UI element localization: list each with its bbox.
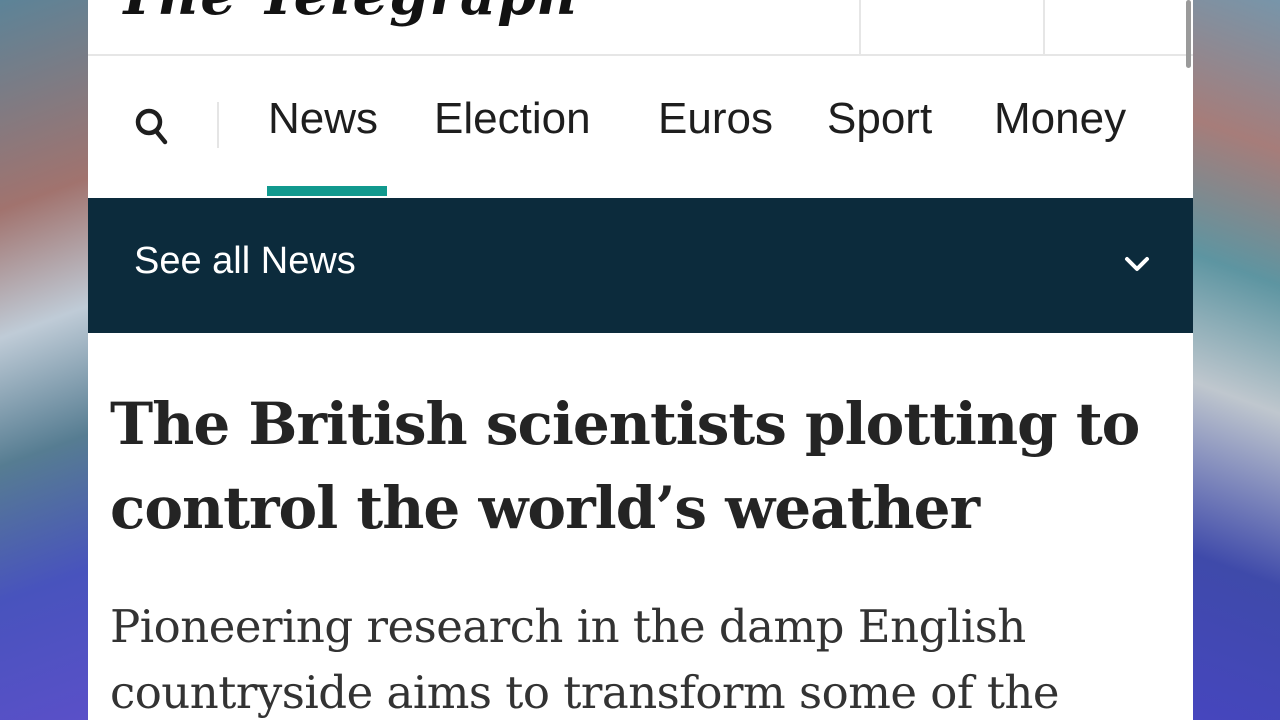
search-button[interactable] — [134, 106, 170, 146]
tab-euros[interactable]: Euros — [658, 94, 773, 144]
article-headline: The British scientists plotting to contr… — [110, 390, 1140, 542]
telegraph-logo[interactable]: The Telegraph — [116, 0, 579, 28]
tab-money[interactable]: Money — [994, 94, 1126, 144]
nav-separator — [217, 102, 219, 148]
see-all-news-label: See all News — [134, 240, 356, 282]
scrollbar[interactable] — [1186, 0, 1191, 68]
background-artwork-right — [1192, 0, 1280, 720]
see-all-news-dropdown[interactable]: See all News — [88, 198, 1193, 333]
search-icon — [135, 108, 168, 145]
article-standfirst: Pioneering research in the damp English … — [110, 600, 1060, 719]
tab-election[interactable]: Election — [434, 94, 591, 144]
tab-news[interactable]: News — [268, 94, 378, 144]
masthead: The Telegraph — [88, 0, 1193, 56]
tab-sport[interactable]: Sport — [827, 94, 932, 144]
masthead-divider — [859, 0, 861, 54]
masthead-divider — [1043, 0, 1045, 54]
article-page: The Telegraph News Election Euros Sport … — [88, 0, 1193, 720]
nav-scroll-fade — [1123, 86, 1193, 166]
active-tab-indicator — [267, 186, 387, 196]
chevron-down-icon — [1122, 252, 1152, 276]
section-nav: News Election Euros Sport Money — [88, 56, 1193, 198]
background-artwork-left — [0, 0, 88, 720]
